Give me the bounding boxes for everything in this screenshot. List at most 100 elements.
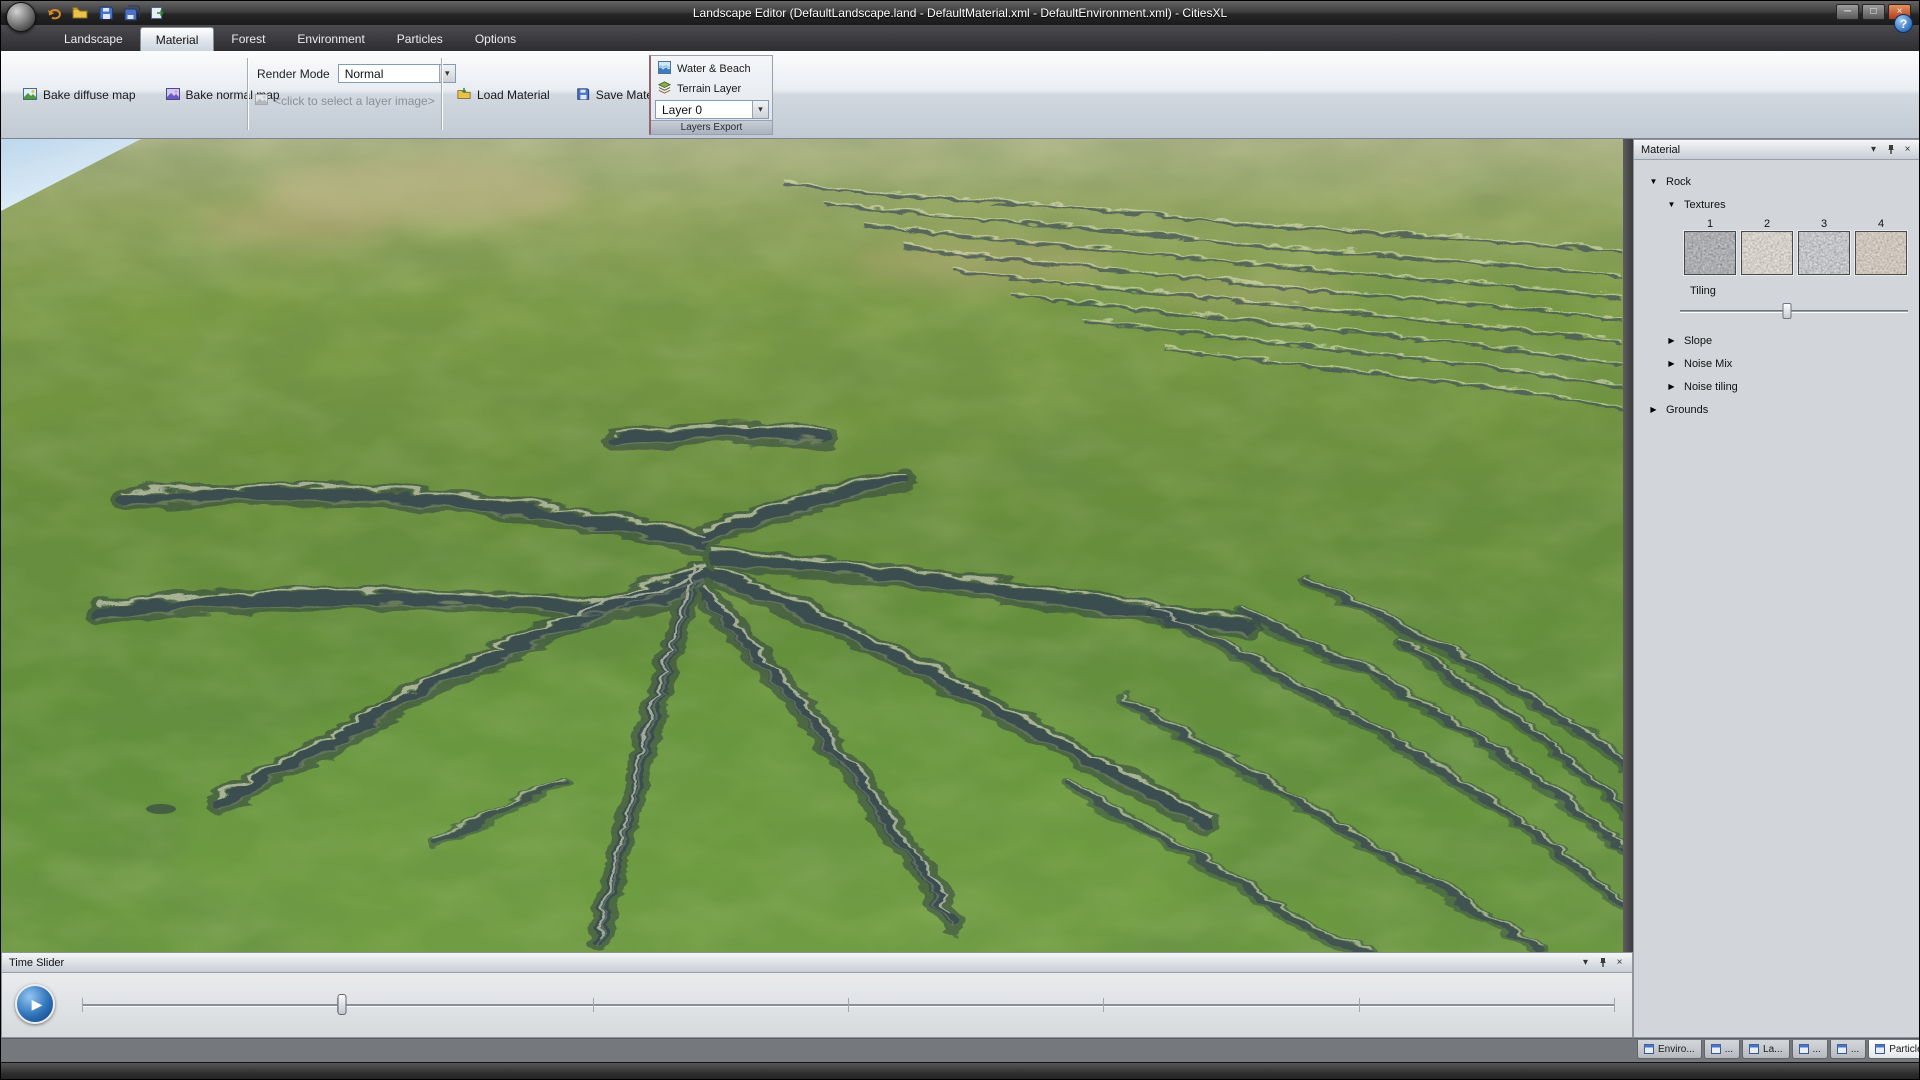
time-slider-title: Time Slider (6, 957, 1577, 969)
dock-tabs: Enviro... ... La... ... ... Particles (1637, 1040, 1920, 1059)
material-panel-header[interactable]: Material ▾ × (1634, 140, 1920, 160)
bake-diffuse-icon (23, 87, 37, 104)
tab-environment[interactable]: Environment (282, 27, 379, 51)
tree-node-grounds[interactable]: ▶ Grounds (1634, 398, 1920, 421)
terrain-viewport[interactable] (1, 139, 1623, 952)
dock-tab-label: ... (1813, 1044, 1821, 1055)
load-material-button[interactable]: Load Material (451, 84, 556, 107)
time-tick (848, 998, 849, 1012)
tree-node-noise-tiling[interactable]: ▶ Noise tiling (1634, 375, 1920, 398)
collapsed-triangle-icon[interactable]: ▶ (1666, 336, 1677, 345)
bake-normal-icon (166, 87, 180, 104)
expanded-triangle-icon[interactable]: ▼ (1648, 177, 1659, 186)
render-mode-value: Normal (339, 67, 439, 81)
dock-tab-2[interactable]: ... (1704, 1040, 1740, 1059)
time-tick (82, 998, 83, 1012)
render-mode-label: Render Mode (257, 67, 330, 81)
panel-chevron-icon[interactable]: ▾ (1865, 142, 1882, 157)
material-panel-title: Material (1638, 144, 1865, 156)
texture-slot-number: 4 (1855, 218, 1907, 230)
layer-image-selector[interactable]: <click to select a layer image> (255, 93, 435, 109)
panel-window-icon (1644, 1044, 1654, 1054)
app-orb-button[interactable] (6, 2, 36, 32)
dock-tab-label: Enviro... (1658, 1044, 1695, 1055)
terrain-layer-button[interactable]: Terrain Layer (654, 79, 745, 99)
tree-node-textures[interactable]: ▼ Textures (1634, 193, 1920, 216)
save-material-icon (576, 87, 590, 104)
texture-slot-number: 1 (1684, 218, 1736, 230)
dock-tab-label: Particles (1889, 1044, 1920, 1055)
collapsed-triangle-icon[interactable]: ▶ (1666, 359, 1677, 368)
dock-tab-5[interactable]: ... (1830, 1040, 1866, 1059)
material-file-group: Load Material Save Material (451, 51, 675, 139)
menu-tabs: Landscape Material Forest Environment Pa… (49, 27, 531, 51)
layer-select[interactable]: Layer 0 ▾ (655, 100, 769, 119)
tab-landscape[interactable]: Landscape (49, 27, 138, 51)
collapsed-triangle-icon[interactable]: ▶ (1648, 405, 1659, 414)
slope-label: Slope (1684, 335, 1712, 347)
texture-thumbnail-3[interactable] (1798, 231, 1850, 275)
time-tick (1614, 998, 1615, 1012)
tree-node-rock[interactable]: ▼ Rock (1634, 170, 1920, 193)
water-beach-icon (658, 61, 671, 77)
panel-close-icon[interactable]: × (1899, 142, 1916, 157)
dock-tab-label: La... (1763, 1044, 1782, 1055)
ribbon: Bake diffuse map Bake normal map Render … (1, 51, 1919, 139)
render-mode-row: Render Mode Normal ▾ (257, 64, 456, 83)
dock-tab-landscape[interactable]: La... (1742, 1040, 1789, 1059)
tab-options[interactable]: Options (460, 27, 531, 51)
texture-thumbnail-1[interactable] (1684, 231, 1736, 275)
ribbon-separator (441, 58, 442, 130)
render-mode-select[interactable]: Normal ▾ (338, 64, 456, 83)
panel-pin-icon[interactable] (1882, 142, 1899, 157)
panel-pin-icon[interactable] (1594, 955, 1611, 970)
dock-tab-4[interactable]: ... (1792, 1040, 1828, 1059)
panel-splitter[interactable] (1623, 139, 1633, 952)
water-beach-button[interactable]: Water & Beach (654, 59, 755, 79)
dock-tab-environment[interactable]: Enviro... (1637, 1040, 1702, 1059)
collapsed-triangle-icon[interactable]: ▶ (1666, 382, 1677, 391)
time-slider-content: ▶ (2, 973, 1632, 1037)
tiling-slider-thumb[interactable] (1783, 303, 1792, 319)
layer-image-hint-text: <click to select a layer image> (274, 94, 435, 108)
bake-group: Bake diffuse map Bake normal map (17, 51, 286, 139)
time-slider-header[interactable]: Time Slider ▾ × (2, 953, 1632, 973)
maximize-button[interactable]: □ (1862, 4, 1885, 20)
bake-diffuse-button[interactable]: Bake diffuse map (17, 84, 142, 107)
titlebar: Landscape Editor (DefaultLandscape.land … (1, 1, 1919, 25)
texture-thumbnail-2[interactable] (1741, 231, 1793, 275)
tiling-slider[interactable] (1680, 301, 1908, 321)
tree-node-slope[interactable]: ▶ Slope (1634, 329, 1920, 352)
panel-window-icon (1711, 1044, 1721, 1054)
time-slider-track-area[interactable] (82, 973, 1614, 1037)
minimize-button[interactable]: ─ (1836, 4, 1859, 20)
material-panel: Material ▾ × ▼ Rock ▼ Textures 1 2 3 4 (1633, 139, 1920, 1038)
help-button[interactable]: ? (1894, 14, 1913, 33)
panel-chevron-icon[interactable]: ▾ (1577, 955, 1594, 970)
layer-image-icon (255, 93, 268, 109)
app-window: Landscape Editor (DefaultLandscape.land … (0, 0, 1920, 1080)
dock-tab-label: ... (1725, 1044, 1733, 1055)
tree-node-noise-mix[interactable]: ▶ Noise Mix (1634, 352, 1920, 375)
dock-strip: Enviro... ... La... ... ... Particles (1, 1038, 1919, 1062)
expanded-triangle-icon[interactable]: ▼ (1666, 200, 1677, 209)
texture-thumbnail-4[interactable] (1855, 231, 1907, 275)
tiling-label: Tiling (1690, 285, 1920, 297)
dock-tab-particles[interactable]: Particles (1868, 1040, 1920, 1059)
panel-window-icon (1837, 1044, 1847, 1054)
combo-arrow-icon[interactable]: ▾ (752, 101, 768, 118)
tab-material[interactable]: Material (140, 27, 215, 51)
panel-close-icon[interactable]: × (1611, 955, 1628, 970)
tab-particles[interactable]: Particles (382, 27, 458, 51)
noise-mix-label: Noise Mix (1684, 358, 1732, 370)
texture-slot-number: 3 (1798, 218, 1850, 230)
play-icon: ▶ (32, 996, 43, 1013)
play-button[interactable]: ▶ (15, 984, 55, 1024)
time-slider-thumb[interactable] (338, 994, 347, 1015)
tiling-slider-track[interactable] (1680, 310, 1908, 313)
material-tree: ▼ Rock ▼ Textures 1 2 3 4 (1634, 160, 1920, 421)
bake-diffuse-label: Bake diffuse map (43, 88, 136, 102)
rock-label: Rock (1666, 176, 1691, 188)
noise-tiling-label: Noise tiling (1684, 381, 1738, 393)
tab-forest[interactable]: Forest (216, 27, 280, 51)
